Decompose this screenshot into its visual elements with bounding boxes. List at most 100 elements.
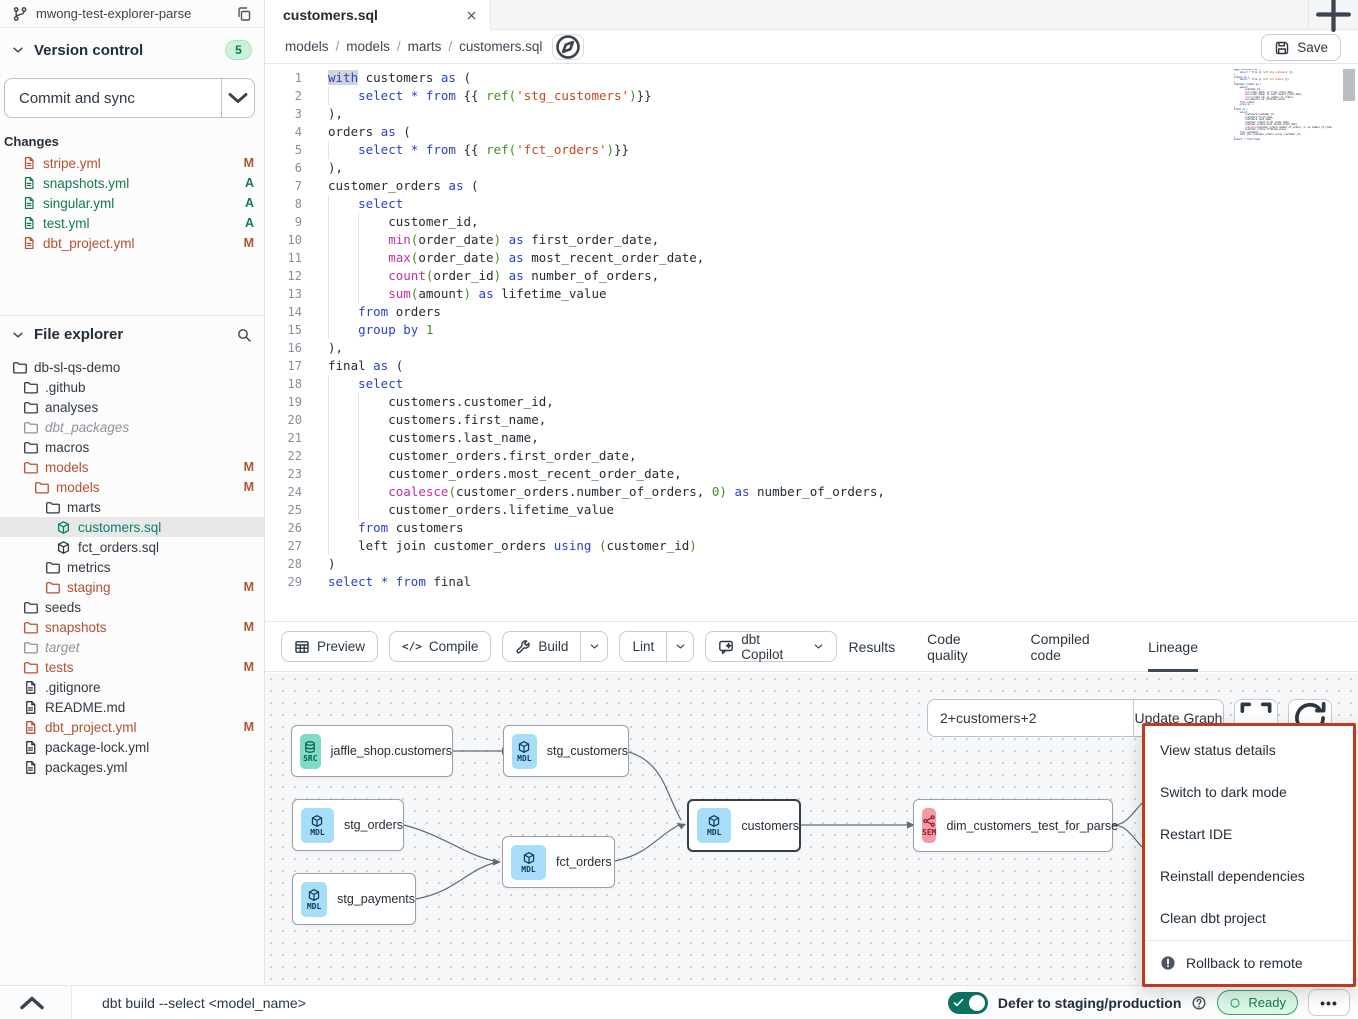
file-icon: [22, 196, 36, 210]
folder-icon: [45, 560, 60, 575]
code-line: group by 1: [328, 321, 885, 339]
file-explorer-header[interactable]: File explorer: [0, 316, 264, 351]
tab-lineage[interactable]: Lineage: [1148, 622, 1198, 672]
status-ready-badge[interactable]: Ready: [1217, 990, 1298, 1015]
tree-item-dbt_packages[interactable]: dbt_packages: [0, 417, 264, 437]
lineage-node-stg_customers[interactable]: MDLstg_customers: [503, 725, 629, 777]
change-row[interactable]: test.ymlA: [0, 213, 264, 233]
open-in-explorer-button[interactable]: [552, 34, 584, 60]
compile-button[interactable]: </> Compile: [389, 631, 491, 662]
compile-label: Compile: [429, 639, 479, 654]
defer-toggle[interactable]: [948, 992, 988, 1014]
minimap[interactable]: with customers as ( select * from {{ ref…: [1234, 69, 1332, 145]
code-line: select * from {{ ref('fct_orders')}}: [328, 141, 885, 159]
check-icon: [952, 996, 965, 1009]
tab-compiled-code[interactable]: Compiled code: [1031, 622, 1117, 672]
lineage-node-dim_customers_test_for_parse[interactable]: SEMdim_customers_test_for_parse: [913, 799, 1113, 852]
menu-item-view-status-details[interactable]: View status details: [1145, 729, 1353, 771]
lineage-node-stg_payments[interactable]: MDLstg_payments: [292, 873, 416, 925]
tree-item-staging[interactable]: stagingM: [0, 577, 264, 597]
chevron-down-icon: [10, 42, 26, 58]
tree-item-analyses[interactable]: analyses: [0, 397, 264, 417]
lineage-node-customers[interactable]: MDLcustomers: [687, 799, 801, 852]
tree-item-.github[interactable]: .github: [0, 377, 264, 397]
breadcrumb-item[interactable]: customers.sql: [459, 39, 542, 54]
menu-item-clean-dbt-project[interactable]: Clean dbt project: [1145, 897, 1353, 939]
code-line: customers.first_name,: [328, 411, 885, 429]
commit-dropdown-button[interactable]: [221, 79, 254, 117]
menu-item-rollback-to-remote[interactable]: Rollback to remote: [1145, 942, 1353, 984]
lineage-filter-input[interactable]: [928, 700, 1133, 736]
breadcrumb-item[interactable]: models: [346, 39, 390, 54]
change-row[interactable]: dbt_project.ymlM: [0, 233, 264, 253]
toggle-knob: [969, 995, 985, 1011]
change-row[interactable]: stripe.ymlM: [0, 153, 264, 173]
tree-item-dbt_project.yml[interactable]: dbt_project.ymlM: [0, 717, 264, 737]
code-line: ),: [328, 159, 885, 177]
cube-icon: MDL: [301, 882, 327, 917]
close-icon[interactable]: [465, 9, 478, 22]
file-explorer-title: File explorer: [34, 326, 228, 343]
chevron-down-icon: [10, 327, 26, 343]
menu-item-reinstall-dependencies[interactable]: Reinstall dependencies: [1145, 855, 1353, 897]
tree-item-snapshots[interactable]: snapshotsM: [0, 617, 264, 637]
tab-code-quality[interactable]: Code quality: [927, 622, 998, 672]
new-tab-button[interactable]: [1308, 0, 1358, 29]
code-line: customer_orders as (: [328, 177, 885, 195]
table-icon: [294, 639, 310, 655]
tree-item-target[interactable]: target: [0, 637, 264, 657]
tree-item-models[interactable]: modelsM: [0, 457, 264, 477]
folder-icon: [23, 600, 38, 615]
preview-button[interactable]: Preview: [281, 631, 378, 662]
breadcrumb-item[interactable]: marts: [408, 39, 442, 54]
tab-customers-sql[interactable]: customers.sql: [265, 0, 491, 30]
folder-icon: [23, 400, 38, 415]
code-line: min(order_date) as first_order_date,: [328, 231, 885, 249]
tree-item-package-lock.yml[interactable]: package-lock.yml: [0, 737, 264, 757]
menu-item-switch-to-dark-mode[interactable]: Switch to dark mode: [1145, 771, 1353, 813]
lineage-node-stg_orders[interactable]: MDLstg_orders: [292, 799, 404, 851]
tree-item-macros[interactable]: macros: [0, 437, 264, 457]
copy-branch-icon[interactable]: [236, 6, 252, 22]
tree-item-README.md[interactable]: README.md: [0, 697, 264, 717]
breadcrumb-item[interactable]: models: [285, 39, 329, 54]
share-icon: SEM: [922, 808, 936, 843]
lint-button[interactable]: Lint: [619, 631, 694, 662]
change-row[interactable]: snapshots.ymlA: [0, 173, 264, 193]
tree-item-marts[interactable]: marts: [0, 497, 264, 517]
breadcrumb: models/models/marts/customers.sql: [285, 39, 542, 54]
tree-item-seeds[interactable]: seeds: [0, 597, 264, 617]
search-icon[interactable]: [236, 327, 252, 343]
tree-item-packages.yml[interactable]: packages.yml: [0, 757, 264, 777]
copilot-icon: [718, 639, 734, 655]
tree-item-.gitignore[interactable]: .gitignore: [0, 677, 264, 697]
save-button[interactable]: Save: [1261, 34, 1341, 61]
menu-item-restart-ide[interactable]: Restart IDE: [1145, 813, 1353, 855]
editor-scrollbar-thumb[interactable]: [1343, 69, 1355, 101]
file-icon: [23, 760, 38, 775]
tree-item-models[interactable]: modelsM: [0, 477, 264, 497]
command-input[interactable]: dbt build --select <model_name>: [71, 986, 966, 1019]
commit-and-sync-button[interactable]: Commit and sync: [4, 78, 255, 118]
save-label: Save: [1297, 40, 1328, 55]
tree-item-tests[interactable]: testsM: [0, 657, 264, 677]
lineage-node-fct_orders[interactable]: MDLfct_orders: [502, 836, 615, 888]
lineage-node-jaffle_shop.customers[interactable]: SRCjaffle_shop.customers: [291, 725, 453, 777]
help-icon[interactable]: [1191, 995, 1207, 1011]
tree-item-db-sl-qs-demo[interactable]: db-sl-qs-demo: [0, 357, 264, 377]
build-button[interactable]: Build: [502, 631, 608, 662]
tree-item-fct_orders.sql[interactable]: fct_orders.sql: [0, 537, 264, 557]
tab-results[interactable]: Results: [848, 622, 895, 672]
more-options-button[interactable]: •••: [1308, 989, 1350, 1016]
lint-dropdown-button[interactable]: [666, 632, 693, 661]
code-icon: </>: [402, 640, 422, 653]
build-dropdown-button[interactable]: [580, 632, 607, 661]
change-row[interactable]: singular.ymlA: [0, 193, 264, 213]
tree-item-metrics[interactable]: metrics: [0, 557, 264, 577]
breadcrumb-separator: /: [336, 39, 340, 54]
tree-item-customers.sql[interactable]: customers.sql: [0, 517, 264, 537]
collapse-command-bar-button[interactable]: [12, 986, 52, 1019]
version-control-header[interactable]: Version control 5: [0, 28, 264, 68]
code-editor[interactable]: 1234567891011121314151617181920212223242…: [265, 65, 1358, 621]
dbt-copilot-button[interactable]: dbt Copilot: [705, 631, 837, 662]
